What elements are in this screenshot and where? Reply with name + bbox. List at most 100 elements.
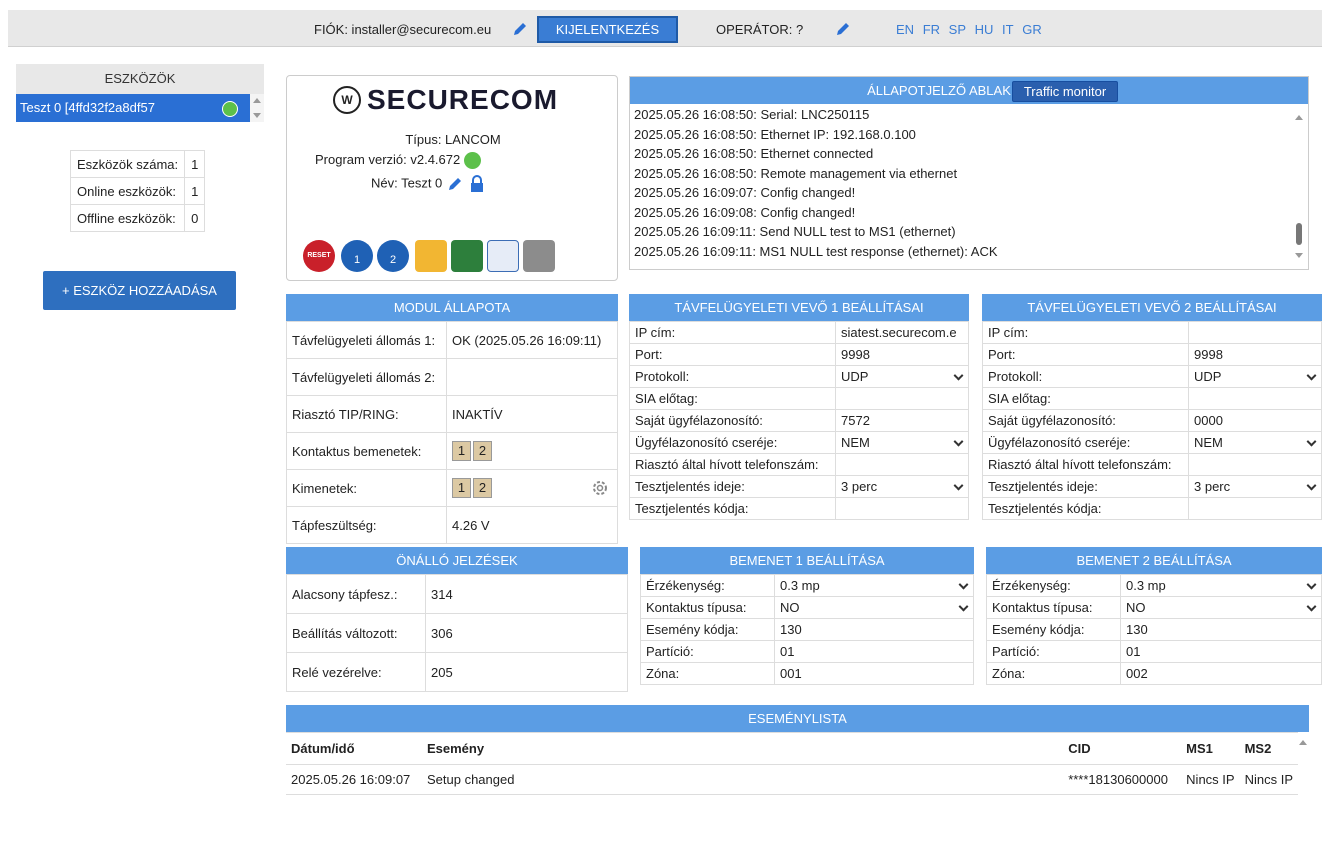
table-row: Zóna: 002 xyxy=(986,662,1322,685)
reset-icon[interactable]: RESET xyxy=(303,240,335,272)
edit-account-icon[interactable] xyxy=(511,20,529,38)
table-row: Távfelügyeleti állomás 1: OK (2025.05.26 … xyxy=(286,321,618,359)
col-header-ms2[interactable]: MS2 xyxy=(1239,732,1298,765)
receiver1-table: IP cím: siatest.securecom.e Port: 9998 Pro… xyxy=(629,321,969,520)
chevron-down-icon xyxy=(1306,480,1317,491)
test-code-field[interactable] xyxy=(1188,497,1322,520)
connect-ms2-icon[interactable]: 2 xyxy=(377,240,409,272)
lock-icon[interactable] xyxy=(468,175,486,193)
test-interval-value: 3 perc xyxy=(841,479,878,494)
account-id-field[interactable]: 0000 xyxy=(1188,409,1322,432)
lang-fr[interactable]: FR xyxy=(923,22,940,37)
add-device-button[interactable]: + ESZKÖZ HOZZÁADÁSA xyxy=(43,271,236,310)
test-interval-select[interactable]: 3 perc xyxy=(835,475,969,498)
lang-hu[interactable]: HU xyxy=(975,22,994,37)
sia-prefix-field[interactable] xyxy=(835,387,969,410)
col-header-event[interactable]: Esemény xyxy=(421,732,1064,765)
table-row: Esemény kódja: 130 xyxy=(640,618,974,641)
test-code-field[interactable] xyxy=(835,497,969,520)
event-code-field[interactable]: 130 xyxy=(774,618,974,641)
event-date: 2025.05.26 16:09:07 xyxy=(286,764,422,795)
table-row: Protokoll: UDP xyxy=(982,365,1322,388)
row-label: Relé vezérelve: xyxy=(286,652,426,692)
zone-field[interactable]: 001 xyxy=(774,662,974,685)
row-label: Kontaktus bemenetek: xyxy=(286,432,447,470)
table-row: Kontaktus bemenetek: 1 2 xyxy=(286,432,618,470)
contact-input-2[interactable]: 2 xyxy=(473,441,492,461)
lang-it[interactable]: IT xyxy=(1002,22,1014,37)
lang-sp[interactable]: SP xyxy=(949,22,966,37)
edit-config-icon[interactable] xyxy=(487,240,519,272)
sensitivity-value: 0.3 mp xyxy=(1126,578,1166,593)
table-row: Ügyfélazonosító cseréje: NEM xyxy=(982,431,1322,454)
edit-name-icon[interactable] xyxy=(446,175,464,193)
event-list-header: ESEMÉNYLISTA xyxy=(286,705,1309,732)
table-row: Tesztjelentés ideje: 3 perc xyxy=(982,475,1322,498)
partition-field[interactable]: 01 xyxy=(774,640,974,663)
event-ms2: Nincs IP xyxy=(1239,764,1298,795)
contact-type-select[interactable]: NO xyxy=(1120,596,1322,619)
row-label: Érzékenység: xyxy=(986,574,1121,597)
alert-code-field[interactable]: 306 xyxy=(425,613,628,653)
ip-field[interactable] xyxy=(1188,321,1322,344)
lang-gr[interactable]: GR xyxy=(1022,22,1042,37)
event-list-scroll-up-icon[interactable] xyxy=(1297,737,1309,749)
phone-field[interactable] xyxy=(1188,453,1322,476)
col-header-ms1[interactable]: MS1 xyxy=(1181,732,1240,765)
input2-header: BEMENET 2 BEÁLLÍTÁSA xyxy=(986,547,1322,574)
logo-mark-icon: W xyxy=(333,86,361,114)
sensitivity-select[interactable]: 0.3 mp xyxy=(1120,574,1322,597)
row-value xyxy=(446,358,618,396)
contact-input-1[interactable]: 1 xyxy=(452,441,471,461)
firmware-update-icon[interactable] xyxy=(523,240,555,272)
protocol-select[interactable]: UDP xyxy=(1188,365,1322,388)
test-interval-select[interactable]: 3 perc xyxy=(1188,475,1322,498)
protocol-value: UDP xyxy=(1194,369,1222,384)
chevron-down-icon xyxy=(953,480,964,491)
phone-field[interactable] xyxy=(835,453,969,476)
logout-button[interactable]: KIJELENTKEZÉS xyxy=(537,16,678,43)
sia-prefix-field[interactable] xyxy=(1188,387,1322,410)
zone-field[interactable]: 002 xyxy=(1120,662,1322,685)
edit-operator-icon[interactable] xyxy=(834,20,852,38)
table-row: Tesztjelentés ideje: 3 perc xyxy=(629,475,969,498)
contact-type-select[interactable]: NO xyxy=(774,596,974,619)
port-field[interactable]: 9998 xyxy=(835,343,969,366)
table-row: Kimenetek: 1 2 xyxy=(286,469,618,507)
table-row[interactable]: 2025.05.26 16:09:07 Setup changed ****18… xyxy=(286,764,1298,795)
event-code-field[interactable]: 130 xyxy=(1120,618,1322,641)
lang-en[interactable]: EN xyxy=(896,22,914,37)
account-id-field[interactable]: 7572 xyxy=(835,409,969,432)
row-label: Zóna: xyxy=(986,662,1121,685)
row-label: Partíció: xyxy=(986,640,1121,663)
output-1[interactable]: 1 xyxy=(452,478,471,498)
device-name: Név: Teszt 0 xyxy=(371,175,486,193)
open-folder-icon[interactable] xyxy=(415,240,447,272)
save-disk-icon[interactable] xyxy=(451,240,483,272)
protocol-select[interactable]: UDP xyxy=(835,365,969,388)
event-list-panel: ESEMÉNYLISTA Dátum/idő Esemény CID MS1 M… xyxy=(286,705,1309,848)
col-header-cid[interactable]: CID xyxy=(1063,732,1182,765)
device-list-scrollbar[interactable] xyxy=(250,94,264,122)
connect-ms1-icon[interactable]: 1 xyxy=(341,240,373,272)
traffic-monitor-button[interactable]: Traffic monitor xyxy=(1012,81,1118,102)
port-field[interactable]: 9998 xyxy=(1188,343,1322,366)
id-swap-select[interactable]: NEM xyxy=(1188,431,1322,454)
output-2[interactable]: 2 xyxy=(473,478,492,498)
gear-icon[interactable] xyxy=(591,479,609,497)
ip-field[interactable]: siatest.securecom.e xyxy=(835,321,969,344)
program-version-text: Program verzió: v2.4.672 xyxy=(315,152,461,167)
col-header-date[interactable]: Dátum/idő xyxy=(286,732,422,765)
operator-label: OPERÁTOR: ? xyxy=(716,22,804,37)
id-swap-value: NEM xyxy=(841,435,870,450)
alert-code-field[interactable]: 205 xyxy=(425,652,628,692)
row-label: Esemény kódja: xyxy=(640,618,775,641)
table-row: Beállítás változott: 306 xyxy=(286,613,628,653)
partition-field[interactable]: 01 xyxy=(1120,640,1322,663)
alert-code-field[interactable]: 314 xyxy=(425,574,628,614)
row-label: IP cím: xyxy=(629,321,836,344)
device-item-teszt0[interactable]: Teszt 0 [4ffd32f2a8df57 xyxy=(16,94,250,122)
status-log-scrollbar[interactable] xyxy=(1292,107,1306,267)
id-swap-select[interactable]: NEM xyxy=(835,431,969,454)
sensitivity-select[interactable]: 0.3 mp xyxy=(774,574,974,597)
